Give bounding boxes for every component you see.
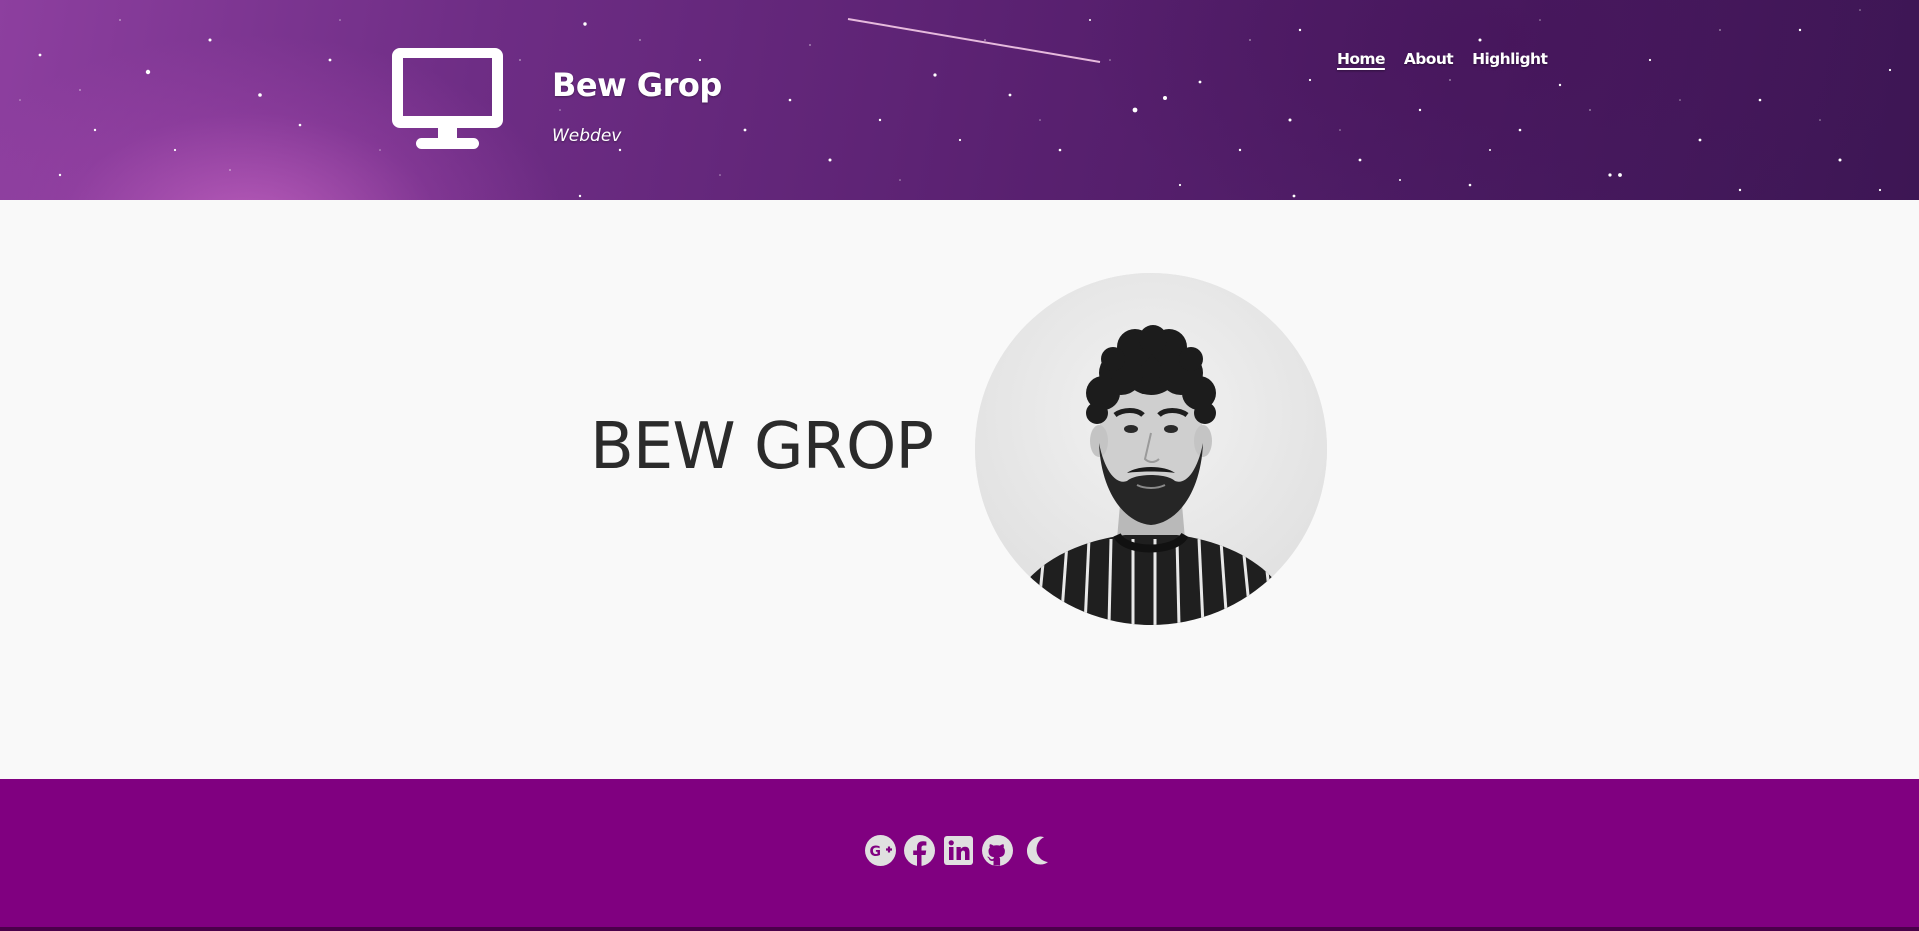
profile-photo (975, 273, 1327, 625)
facebook-icon[interactable] (903, 834, 936, 867)
hero-name: BEW GROP (590, 410, 934, 484)
site-footer: G (0, 779, 1919, 931)
google-plus-icon[interactable]: G (864, 834, 897, 867)
linkedin-icon[interactable] (942, 834, 975, 867)
nav-item-home[interactable]: Home (1337, 50, 1385, 68)
site-header: Bew Grop Webdev Home About Highlight (0, 0, 1919, 200)
desktop-monitor-icon[interactable] (390, 46, 505, 150)
nav-item-about[interactable]: About (1404, 50, 1454, 68)
svg-text:G: G (870, 844, 882, 860)
social-links: G (864, 834, 1053, 867)
profile-photo-illustration (975, 273, 1327, 625)
site-title[interactable]: Bew Grop (552, 66, 722, 104)
nav-item-highlight[interactable]: Highlight (1472, 50, 1548, 68)
github-icon[interactable] (981, 834, 1014, 867)
main-nav: Home About Highlight (1337, 50, 1548, 68)
site-tagline: Webdev (552, 126, 622, 146)
dark-mode-moon-icon[interactable] (1020, 834, 1053, 867)
starry-sky-background (19, 9, 1892, 198)
main-content: BEW GROP (0, 200, 1919, 779)
